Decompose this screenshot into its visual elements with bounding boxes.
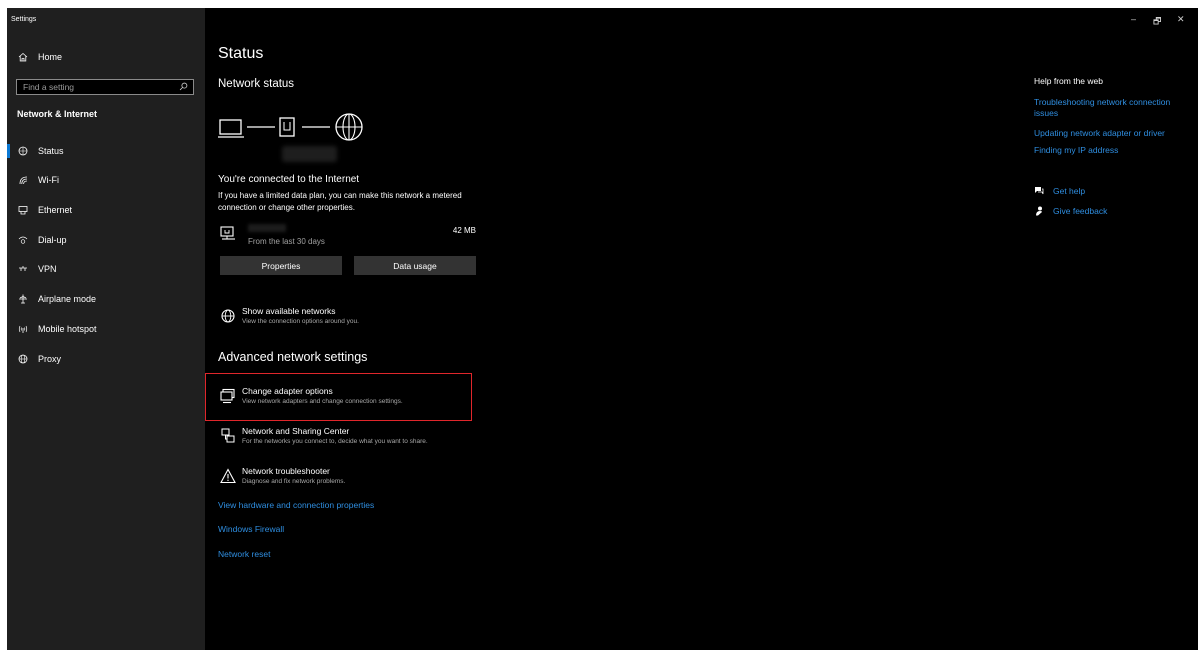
wifi-icon	[17, 175, 29, 185]
network-name-redacted	[282, 146, 337, 162]
windows-firewall-link[interactable]: Windows Firewall	[218, 524, 284, 534]
give-feedback-link[interactable]: Give feedback	[1034, 206, 1107, 216]
help-panel: Help from the web Troubleshooting networ…	[1034, 8, 1198, 650]
sidebar-item-label: Wi-Fi	[38, 175, 59, 185]
updating-adapter-link[interactable]: Updating network adapter or driver	[1034, 128, 1194, 139]
hotspot-icon	[17, 324, 29, 334]
troubleshooter-title: Network troubleshooter	[242, 466, 330, 476]
give-feedback-label: Give feedback	[1053, 206, 1108, 216]
change-adapter-options[interactable]: Change adapter options View network adap…	[218, 386, 518, 414]
view-hardware-link[interactable]: View hardware and connection properties	[218, 500, 374, 510]
usage-period: From the last 30 days	[248, 237, 325, 246]
adapter-options-title: Change adapter options	[242, 386, 333, 396]
network-sharing-center[interactable]: Network and Sharing Center For the netwo…	[218, 426, 518, 454]
home-icon	[17, 52, 29, 62]
show-available-networks[interactable]: Show available networks View the connect…	[218, 306, 518, 334]
minimize-button[interactable]: –	[1131, 14, 1136, 24]
laptop-icon	[218, 119, 244, 138]
router-icon	[279, 117, 295, 137]
sharing-center-title: Network and Sharing Center	[242, 426, 350, 436]
sidebar-item-dialup[interactable]: Dial-up	[7, 227, 205, 253]
sidebar-item-label: Status	[38, 146, 64, 156]
help-title: Help from the web	[1034, 76, 1103, 86]
ethernet-icon	[17, 205, 29, 215]
sidebar-item-label: VPN	[38, 264, 57, 274]
warning-icon	[220, 468, 236, 484]
app-title: Settings	[11, 16, 37, 23]
sidebar-item-label: Dial-up	[38, 235, 67, 245]
network-globe-icon	[221, 309, 235, 323]
sidebar-item-label: Mobile hotspot	[38, 324, 97, 334]
network-status-heading: Network status	[218, 78, 295, 90]
sharing-center-desc: For the networks you connect to, decide …	[242, 438, 428, 445]
sidebar: Settings Home Find a setting Network & I…	[7, 8, 205, 650]
network-reset-link[interactable]: Network reset	[218, 549, 270, 559]
get-help-link[interactable]: Get help	[1034, 186, 1085, 196]
sidebar-item-airplane[interactable]: Airplane mode	[7, 286, 205, 312]
page-title: Status	[218, 45, 264, 62]
usage-amount: 42 MB	[452, 226, 476, 235]
sidebar-item-hotspot[interactable]: Mobile hotspot	[7, 316, 205, 342]
adapter-options-desc: View network adapters and change connect…	[242, 398, 403, 405]
dialup-icon	[17, 235, 29, 245]
properties-button[interactable]: Properties	[220, 256, 342, 275]
sidebar-item-proxy[interactable]: Proxy	[7, 346, 205, 372]
sidebar-item-label: Home	[38, 52, 63, 62]
main-content: Status Network status You're connected t…	[205, 8, 985, 650]
search-input[interactable]: Find a setting	[16, 79, 194, 95]
sharing-center-icon	[221, 428, 235, 443]
data-usage-row: From the last 30 days 42 MB	[218, 224, 476, 252]
connection-status-desc: If you have a limited data plan, you can…	[218, 191, 462, 212]
data-usage-button[interactable]: Data usage	[354, 256, 476, 275]
network-troubleshooter[interactable]: Network troubleshooter Diagnose and fix …	[218, 466, 518, 494]
sidebar-item-ethernet[interactable]: Ethernet	[7, 197, 205, 223]
advanced-settings-heading: Advanced network settings	[218, 350, 368, 364]
ethernet-pc-icon	[220, 226, 235, 240]
sidebar-item-label: Ethernet	[38, 205, 73, 215]
sidebar-item-home[interactable]: Home	[7, 44, 205, 70]
sidebar-item-status[interactable]: Status	[7, 138, 205, 164]
vpn-icon	[17, 264, 29, 274]
globe-icon	[17, 354, 29, 364]
sidebar-item-label: Proxy	[38, 354, 62, 364]
sidebar-item-label: Airplane mode	[38, 294, 97, 304]
sidebar-item-wifi[interactable]: Wi-Fi	[7, 167, 205, 193]
status-icon	[17, 146, 29, 156]
restore-button[interactable]: 🗗	[1153, 14, 1161, 30]
troubleshooter-desc: Diagnose and fix network problems.	[242, 478, 346, 485]
airplane-icon	[17, 294, 29, 304]
section-label: Network & Internet	[17, 109, 98, 119]
search-placeholder: Find a setting	[23, 82, 75, 92]
adapter-icon	[220, 388, 235, 404]
internet-globe-icon	[335, 113, 363, 141]
get-help-label: Get help	[1053, 186, 1086, 196]
sidebar-item-vpn[interactable]: VPN	[7, 256, 205, 282]
show-networks-desc: View the connection options around you.	[242, 318, 359, 325]
adapter-name-redacted	[248, 224, 286, 232]
feedback-icon	[1036, 206, 1042, 216]
search-icon	[179, 82, 188, 93]
connection-status-title: You're connected to the Internet	[218, 174, 360, 185]
settings-window: Settings Home Find a setting Network & I…	[7, 8, 1198, 650]
troubleshooting-link[interactable]: Troubleshooting network connection issue…	[1034, 97, 1194, 119]
show-networks-title: Show available networks	[242, 306, 336, 316]
finding-ip-link[interactable]: Finding my IP address	[1034, 145, 1194, 156]
close-button[interactable]: ✕	[1177, 14, 1185, 25]
chat-help-icon	[1035, 187, 1044, 195]
